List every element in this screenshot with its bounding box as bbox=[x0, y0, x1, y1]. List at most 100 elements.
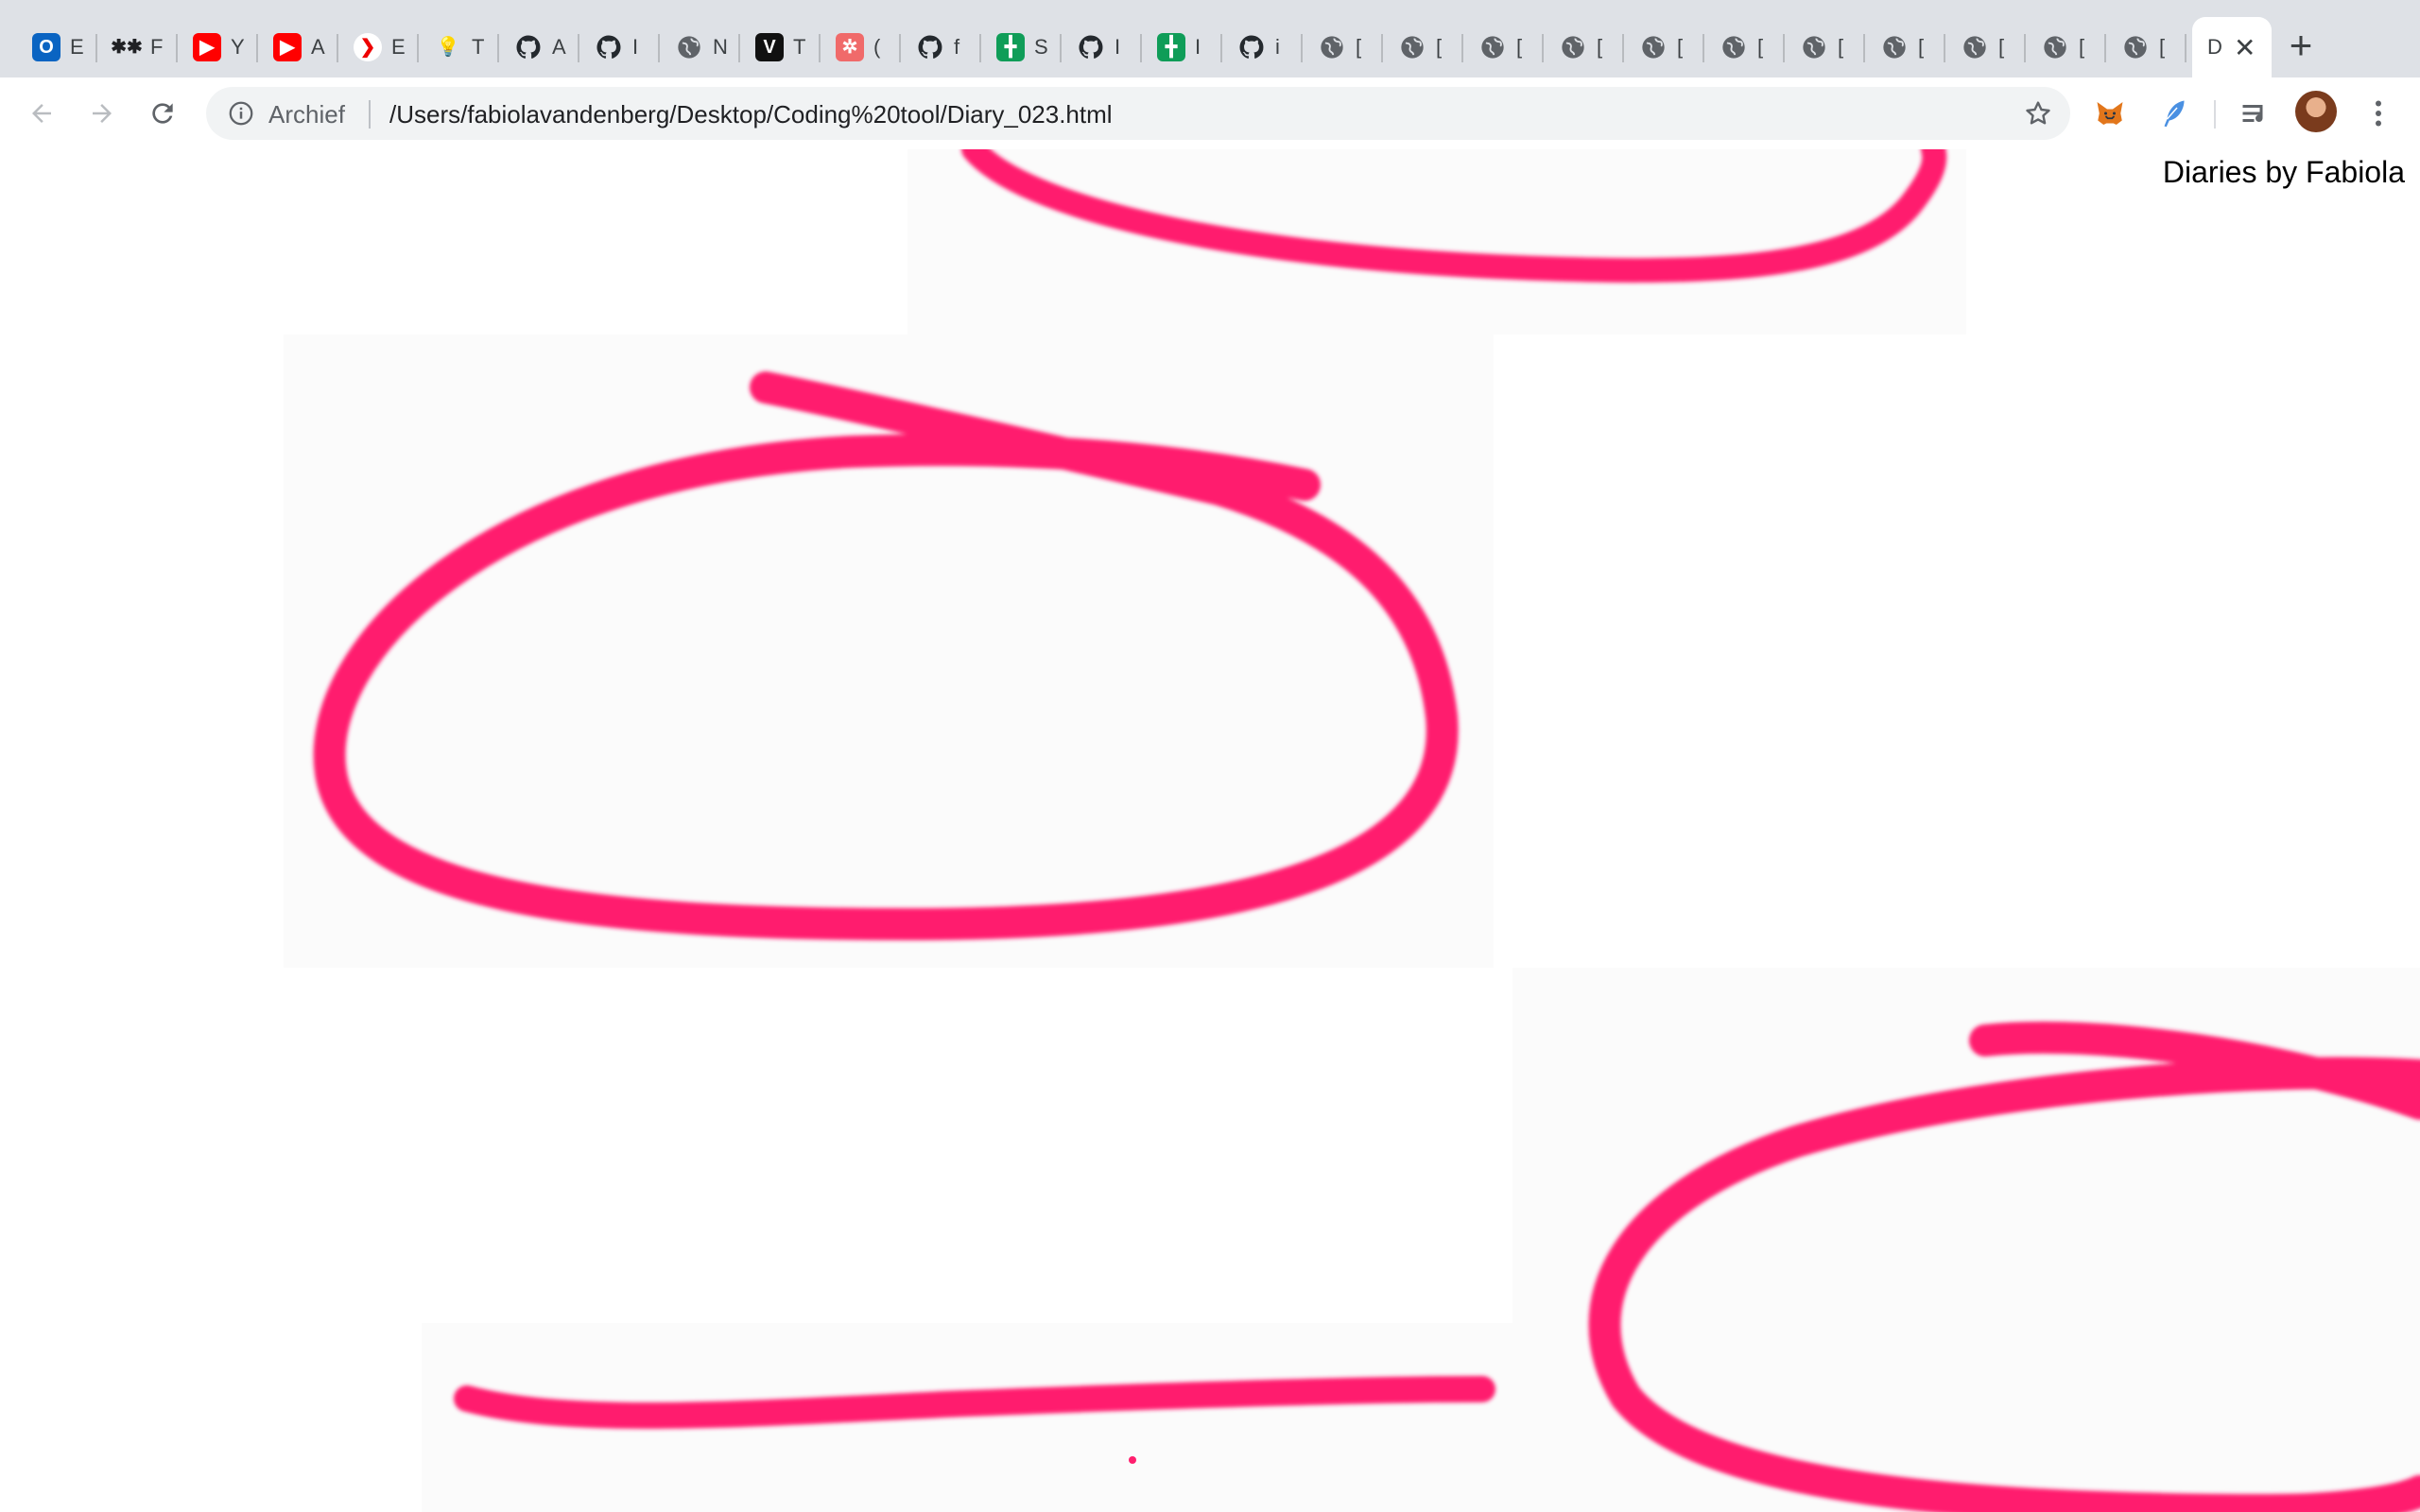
tab-title: ( bbox=[873, 35, 881, 59]
reload-icon bbox=[152, 103, 173, 124]
paint-speck bbox=[1129, 1456, 1136, 1464]
globe-icon bbox=[675, 33, 703, 61]
tab-title: [ bbox=[1998, 35, 2005, 59]
sheets-icon: ╋ bbox=[996, 33, 1025, 61]
sheets-icon: ╋ bbox=[1157, 33, 1185, 61]
lightbulb-icon: 💡 bbox=[436, 37, 460, 58]
browser-tab[interactable]: ▶ A bbox=[258, 17, 338, 77]
youtube-icon: ▶ bbox=[193, 33, 221, 61]
browser-tab[interactable]: 💡 T bbox=[419, 17, 499, 77]
browser-toolbar: Archief /Users/fabiolavandenberg/Desktop… bbox=[0, 77, 2420, 151]
active-tab[interactable]: D ✕ bbox=[2192, 17, 2272, 77]
top-loop-stroke bbox=[961, 149, 1947, 284]
tab-title: [ bbox=[2159, 35, 2166, 59]
tab-title: D bbox=[2207, 35, 2222, 59]
browser-tab[interactable]: [ bbox=[1303, 17, 1383, 77]
address-bar[interactable]: Archief /Users/fabiolavandenberg/Desktop… bbox=[206, 87, 2070, 140]
browser-tab[interactable]: [ bbox=[1865, 17, 1945, 77]
browser-tab[interactable]: ╋ I bbox=[1142, 17, 1222, 77]
pink-spray-strokes bbox=[313, 149, 2420, 1512]
globe-icon bbox=[1720, 33, 1748, 61]
bottom-line-stroke bbox=[454, 1376, 1495, 1430]
avatar[interactable] bbox=[2295, 91, 2337, 132]
github-icon bbox=[595, 33, 623, 61]
forward-arrow-icon bbox=[93, 104, 112, 123]
asterisk-icon: ✱✱ bbox=[111, 37, 143, 58]
tab-title: T bbox=[472, 35, 485, 59]
github-icon bbox=[916, 33, 944, 61]
outlook-icon: O bbox=[32, 33, 60, 61]
right-loop-stroke bbox=[1588, 1022, 2420, 1512]
reload-button[interactable] bbox=[142, 93, 183, 134]
browser-tab[interactable]: [ bbox=[1945, 17, 2026, 77]
tab-title: f bbox=[954, 35, 960, 59]
globe-icon bbox=[1961, 33, 1989, 61]
tab-separator bbox=[2185, 34, 2187, 62]
globe-icon bbox=[1398, 33, 1426, 61]
feather-icon[interactable] bbox=[2157, 96, 2191, 130]
browser-tab[interactable]: [ bbox=[1624, 17, 1704, 77]
browser-tab[interactable]: ▶ Y bbox=[178, 17, 258, 77]
security-chip-label[interactable]: Archief bbox=[268, 100, 345, 129]
tab-title: i bbox=[1275, 35, 1280, 59]
globe-icon bbox=[1478, 33, 1507, 61]
tab-strip: O E ✱✱ F ▶ Y ▶ A ❯ E 💡 T A I N V T ✲(f ╋ S I ╋ Ii[[[[[[[[[[[D ✕… bbox=[0, 0, 2420, 77]
globe-icon bbox=[1800, 33, 1828, 61]
new-tab-button[interactable]: + bbox=[2278, 23, 2324, 68]
tab-title: [ bbox=[1516, 35, 1523, 59]
browser-tab[interactable]: VT bbox=[740, 17, 821, 77]
tab-title: Y bbox=[231, 35, 245, 59]
browser-tab[interactable]: [ bbox=[1704, 17, 1785, 77]
github-icon bbox=[514, 33, 543, 61]
browser-tab[interactable]: OE bbox=[17, 17, 97, 77]
info-icon[interactable] bbox=[227, 99, 255, 132]
toolbar-separator bbox=[2214, 100, 2216, 129]
center-loop-stroke bbox=[313, 371, 1459, 940]
tab-title: A bbox=[552, 35, 566, 59]
browser-tab[interactable]: I bbox=[579, 17, 660, 77]
browser-tab[interactable]: [ bbox=[2106, 17, 2187, 77]
browser-tab[interactable]: [ bbox=[2026, 17, 2106, 77]
browser-tab[interactable]: [ bbox=[1544, 17, 1624, 77]
globe-icon bbox=[1318, 33, 1346, 61]
browser-tab[interactable]: ❯ E bbox=[338, 17, 419, 77]
tab-title: I bbox=[1115, 35, 1121, 59]
close-tab-icon[interactable]: ✕ bbox=[2234, 32, 2256, 63]
browser-tab[interactable]: [ bbox=[1463, 17, 1544, 77]
browser-tab[interactable]: i bbox=[1222, 17, 1303, 77]
metamask-fox-icon[interactable] bbox=[2093, 96, 2127, 130]
browser-tab[interactable]: N bbox=[660, 17, 740, 77]
tab-title: [ bbox=[1838, 35, 1844, 59]
media-playlist-icon[interactable] bbox=[2238, 96, 2273, 130]
tab-title: A bbox=[311, 35, 325, 59]
globe-icon bbox=[1559, 33, 1587, 61]
bookmark-star-icon[interactable] bbox=[2023, 98, 2053, 133]
browser-tab[interactable]: [ bbox=[1383, 17, 1463, 77]
browser-tab[interactable]: ✲( bbox=[821, 17, 901, 77]
browser-tab[interactable]: I bbox=[1062, 17, 1142, 77]
browser-tab[interactable]: A bbox=[499, 17, 579, 77]
back-arrow-icon bbox=[32, 104, 51, 123]
menu-dots-icon[interactable] bbox=[2361, 96, 2395, 130]
browser-tab[interactable]: ╋ S bbox=[981, 17, 1062, 77]
tab-title: S bbox=[1034, 35, 1048, 59]
page-content: Diaries by Fabiola bbox=[0, 149, 2420, 1512]
back-button[interactable] bbox=[21, 93, 62, 134]
v-logo-icon: V bbox=[755, 33, 784, 61]
tab-title: [ bbox=[1436, 35, 1443, 59]
github-icon bbox=[1077, 33, 1105, 61]
tab-title: [ bbox=[1918, 35, 1925, 59]
github-icon bbox=[1237, 33, 1266, 61]
tab-title: E bbox=[391, 35, 406, 59]
youtube-icon: ▶ bbox=[273, 33, 302, 61]
tab-title: N bbox=[713, 35, 728, 59]
browser-tab[interactable]: f bbox=[901, 17, 981, 77]
url-text[interactable]: /Users/fabiolavandenberg/Desktop/Coding%… bbox=[389, 100, 1113, 129]
browser-tab[interactable]: ✱✱ F bbox=[97, 17, 178, 77]
browser-tab[interactable]: [ bbox=[1785, 17, 1865, 77]
forward-button[interactable] bbox=[81, 93, 123, 134]
tab-title: [ bbox=[2079, 35, 2085, 59]
tab-title: T bbox=[793, 35, 806, 59]
tab-title: [ bbox=[1677, 35, 1684, 59]
tab-title: [ bbox=[1356, 35, 1362, 59]
